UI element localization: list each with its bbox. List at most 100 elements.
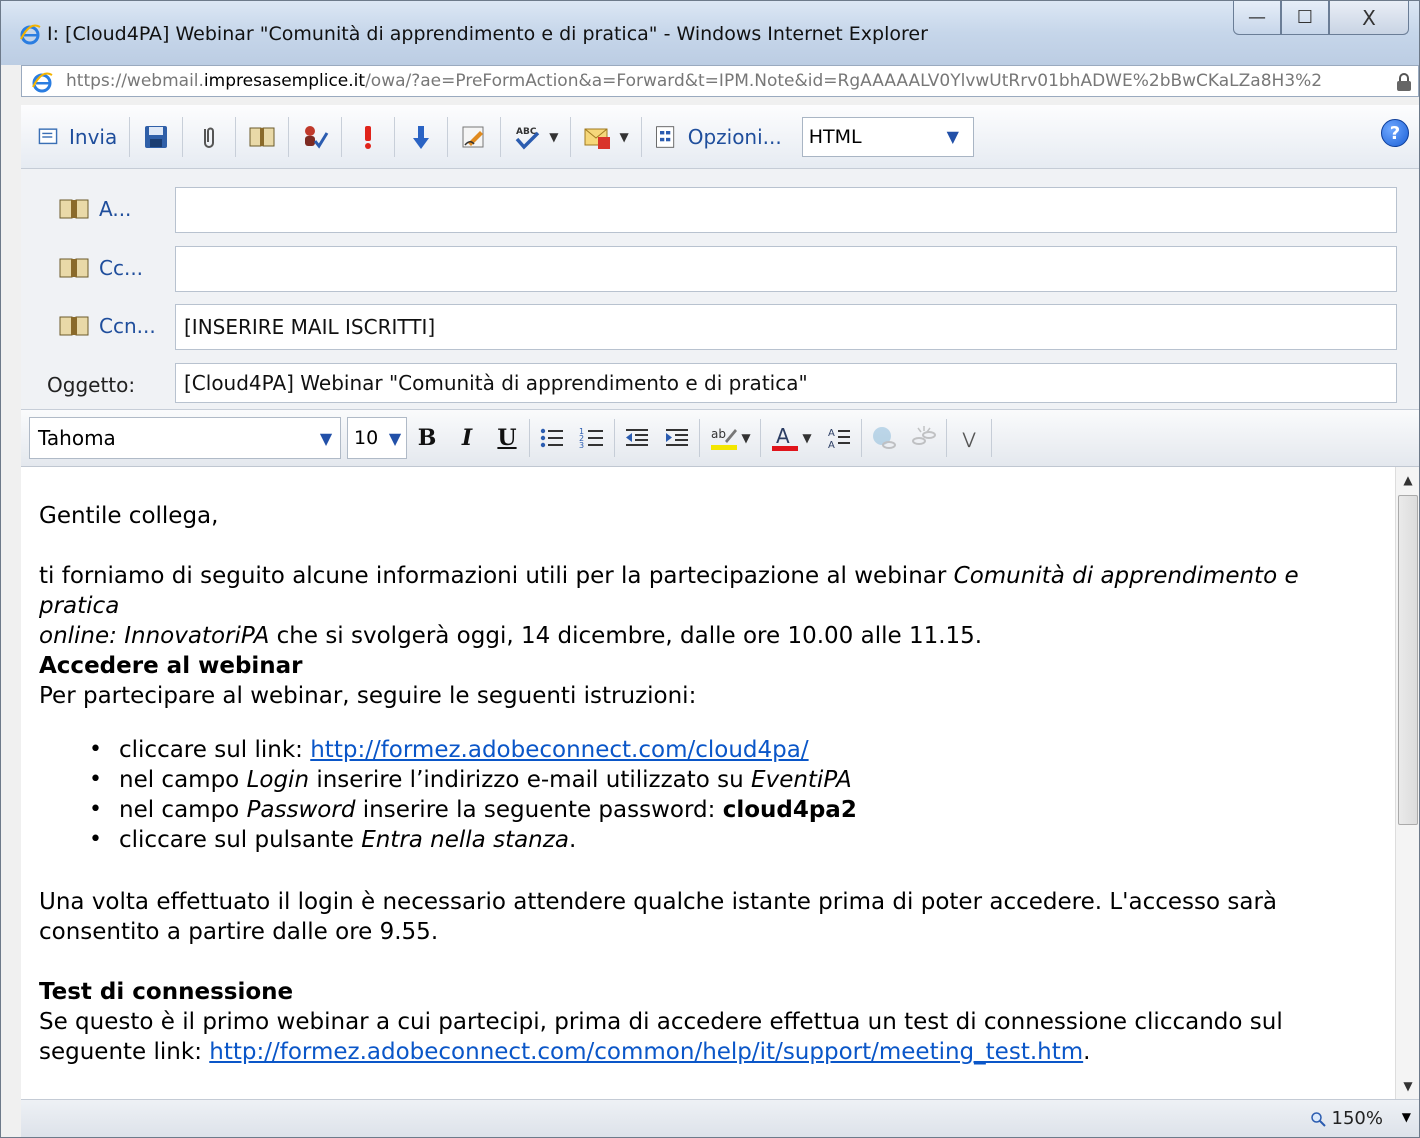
send-label: Invia <box>69 124 118 149</box>
signature-button[interactable] <box>448 115 500 159</box>
chevron-down-icon[interactable]: ▼ <box>802 431 811 445</box>
zoom-level: 150% <box>1331 1108 1383 1129</box>
save-button[interactable] <box>130 115 182 159</box>
close-button[interactable]: X <box>1329 1 1409 35</box>
attach-button[interactable] <box>183 115 235 159</box>
chevron-down-icon[interactable]: ▼ <box>384 423 406 453</box>
zoom-control[interactable]: 150% <box>1310 1108 1383 1129</box>
message-format-select[interactable]: HTML ▼ <box>801 116 974 157</box>
double-chevron-down-icon: ⋁ <box>962 428 976 448</box>
svg-text:A: A <box>776 424 790 448</box>
list-item: nel campo Password inserire la seguente … <box>89 795 1379 825</box>
svg-text:3: 3 <box>579 441 584 450</box>
maximize-button[interactable]: ☐ <box>1281 1 1329 35</box>
ie-window: I: [Cloud4PA] Webinar "Comunità di appre… <box>0 0 1420 1138</box>
message-toolbar: Invia ABC ▼ ▼ Opzioni... HTML ▼ ? <box>21 105 1419 169</box>
to-button[interactable]: A... <box>59 197 131 221</box>
more-options-button[interactable]: ⋁ <box>949 418 989 458</box>
test-link[interactable]: http://formez.adobeconnect.com/common/he… <box>209 1039 1083 1065</box>
envelope-flag-icon <box>584 128 611 149</box>
webinar-link[interactable]: http://formez.adobeconnect.com/cloud4pa/ <box>310 737 808 763</box>
options-button[interactable]: Opzioni... <box>642 115 794 159</box>
bcc-button[interactable]: Ccn... <box>59 314 156 338</box>
send-button[interactable]: Invia <box>21 115 129 159</box>
instructions-list: cliccare sul link: http://formez.adobeco… <box>89 735 1379 855</box>
bcc-row: Ccn... [INSERIRE MAIL ISCRITTI] <box>21 304 1419 350</box>
divider <box>529 419 530 457</box>
numbering-button[interactable]: 1 2 3 <box>572 418 612 458</box>
decrease-indent-button[interactable] <box>617 418 657 458</box>
font-color-icon: A <box>772 424 799 451</box>
formatting-toolbar: Tahoma ▼ 10 ▼ B I U 1 2 3 ab ▼ A ▼ A A ⋁ <box>21 409 1419 467</box>
minimize-button[interactable]: — <box>1233 1 1281 35</box>
down-arrow-icon <box>413 125 430 149</box>
magnifier-icon <box>1310 1111 1326 1127</box>
help-icon[interactable]: ? <box>1381 119 1409 147</box>
message-body[interactable]: Gentile collega, ti forniamo di seguito … <box>21 467 1397 1099</box>
heading-test: Test di connessione <box>39 979 294 1005</box>
subject-label: Oggetto: <box>47 373 136 397</box>
font-size-select[interactable]: 10 ▼ <box>347 417 407 459</box>
spelling-button[interactable]: ABC ▼ <box>501 115 570 159</box>
chevron-down-icon[interactable]: ▼ <box>939 122 967 152</box>
title-bar: I: [Cloud4PA] Webinar "Comunità di appre… <box>1 1 1419 97</box>
chevron-down-icon[interactable]: ▼ <box>549 130 558 144</box>
highlight-button[interactable]: ab ▼ <box>702 418 758 458</box>
subject-row: Oggetto: [Cloud4PA] Webinar "Comunità di… <box>21 363 1419 409</box>
heading-access: Accedere al webinar <box>39 653 303 679</box>
status-bar: 150% ▼ <box>21 1099 1419 1137</box>
insert-link-button[interactable] <box>864 418 904 458</box>
to-field[interactable] <box>175 187 1397 233</box>
importance-low-button[interactable] <box>395 115 447 159</box>
scroll-thumb[interactable] <box>1398 495 1418 825</box>
style-button[interactable]: A A <box>819 418 859 458</box>
save-icon <box>145 125 168 148</box>
scroll-up-icon[interactable]: ▲ <box>1396 469 1420 491</box>
check-names-icon <box>305 125 329 149</box>
list-item: nel campo Login inserire l’indirizzo e-m… <box>89 765 1379 795</box>
bulleted-list-icon <box>540 428 563 448</box>
lock-icon[interactable] <box>1396 72 1412 92</box>
address-book-button[interactable] <box>236 115 288 159</box>
bullets-button[interactable] <box>532 418 572 458</box>
bcc-field[interactable]: [INSERIRE MAIL ISCRITTI] <box>175 304 1397 350</box>
cc-button[interactable]: Cc... <box>59 256 143 280</box>
outdent-icon <box>626 429 648 446</box>
cc-field[interactable] <box>175 246 1397 292</box>
divider <box>946 419 947 457</box>
font-select[interactable]: Tahoma ▼ <box>29 417 341 459</box>
instructions-text: Per partecipare al webinar, seguire le s… <box>39 683 697 709</box>
highlighter-icon: ab <box>711 427 738 450</box>
exclamation-icon <box>365 125 372 149</box>
options-label: Opzioni... <box>687 124 782 149</box>
indent-icon <box>666 429 688 446</box>
underline-button[interactable]: U <box>487 418 527 458</box>
italic-button[interactable]: I <box>447 418 487 458</box>
bold-button[interactable]: B <box>407 418 447 458</box>
divider <box>760 419 761 457</box>
message-headers: A... Cc... Ccn... [INSERIRE MAIL ISCRITT… <box>21 169 1419 409</box>
font-value: Tahoma <box>38 426 116 450</box>
format-value: HTML <box>808 125 862 148</box>
chevron-down-icon[interactable]: ▼ <box>741 431 750 445</box>
address-bar[interactable]: https://webmail.impresasemplice.it/owa/?… <box>21 65 1419 97</box>
unlink-icon <box>912 426 936 445</box>
scroll-down-icon[interactable]: ▼ <box>1396 1075 1420 1097</box>
subject-field[interactable]: [Cloud4PA] Webinar "Comunità di apprendi… <box>175 363 1397 403</box>
styles-icon: A A <box>828 428 850 451</box>
chevron-down-icon[interactable]: ▼ <box>1402 1110 1411 1124</box>
increase-indent-button[interactable] <box>657 418 697 458</box>
font-size-value: 10 <box>354 427 379 449</box>
remove-link-button[interactable] <box>904 418 944 458</box>
chevron-down-icon[interactable]: ▼ <box>619 130 628 144</box>
globe-link-icon <box>873 427 896 449</box>
importance-high-button[interactable] <box>342 115 394 159</box>
message-flag-button[interactable]: ▼ <box>571 115 640 159</box>
chevron-down-icon[interactable]: ▼ <box>312 423 340 453</box>
divider <box>614 419 615 457</box>
vertical-scrollbar[interactable]: ▲ ▼ <box>1395 467 1419 1099</box>
check-names-button[interactable] <box>289 115 341 159</box>
greeting: Gentile collega, <box>39 503 219 529</box>
font-color-button[interactable]: A ▼ <box>763 418 819 458</box>
url-text[interactable]: https://webmail.impresasemplice.it/owa/?… <box>66 71 1396 91</box>
